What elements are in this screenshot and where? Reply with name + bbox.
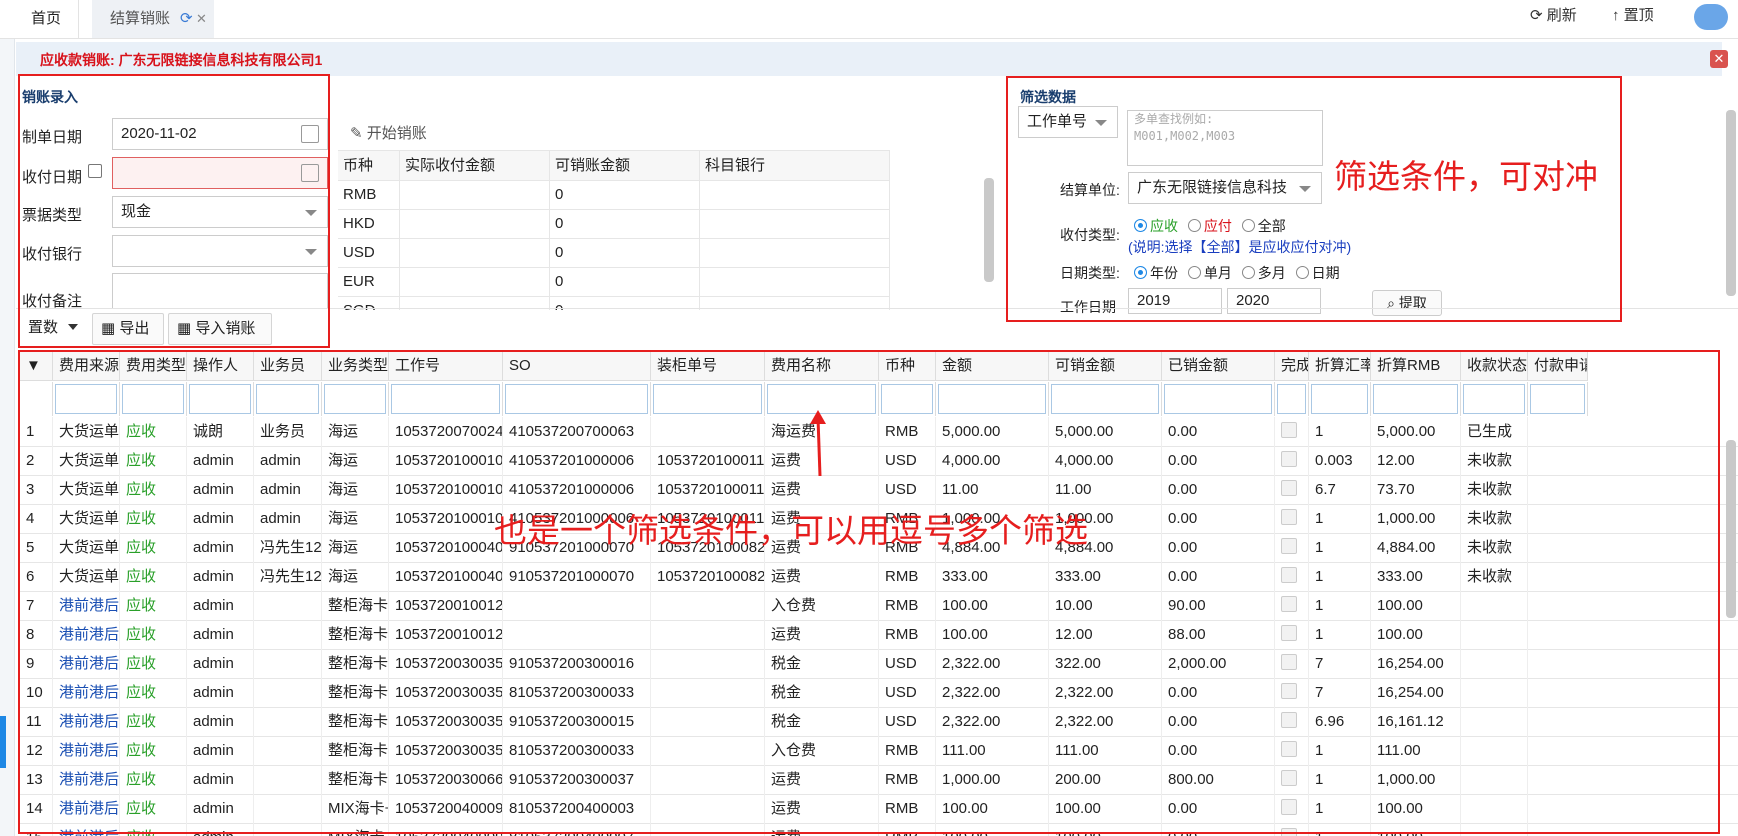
currency-cell: 0 <box>550 209 700 238</box>
currency-cell[interactable] <box>400 180 550 209</box>
tab-home[interactable]: 首页 <box>14 0 79 38</box>
currency-grid-header: 币种 实际收付金额 可销账金额 科目银行 <box>338 150 890 181</box>
currency-cell[interactable] <box>400 209 550 238</box>
annotation-box <box>1006 76 1622 322</box>
to-top-button[interactable]: ↑ 置顶 <box>1612 0 1654 34</box>
annotation-box <box>18 74 330 348</box>
currency-cell <box>700 267 890 296</box>
refresh-tab-icon[interactable]: ⟳ <box>180 0 193 38</box>
currency-cell: USD <box>338 238 400 267</box>
currency-cell: RMB <box>338 180 400 209</box>
column-header: 实际收付金额 <box>400 151 550 180</box>
page-header: 应收款销账: 广东无限链接信息科技有限公司1 ✕ <box>16 42 1728 76</box>
currency-row[interactable]: USD 0 <box>338 238 890 268</box>
refresh-button[interactable]: ⟳ 刷新 <box>1530 0 1577 34</box>
left-nav-strip <box>0 0 15 836</box>
tab-settlement[interactable]: 结算销账 ⟳ ✕ <box>92 0 214 38</box>
chat-bot-icon[interactable] <box>1694 4 1728 30</box>
annotation-arrow <box>810 410 826 477</box>
refresh-icon: ⟳ <box>1530 7 1543 24</box>
tab-bar: 首页 结算销账 ⟳ ✕ ⟳ 刷新 ↑ 置顶 <box>0 0 1738 39</box>
currency-row[interactable]: RMB 0 <box>338 180 890 210</box>
column-header: 币种 <box>338 151 400 180</box>
currency-cell: 0 <box>550 238 700 267</box>
currency-cell[interactable] <box>400 267 550 296</box>
annotation-box <box>18 350 1720 834</box>
currency-cell: HKD <box>338 209 400 238</box>
page-title: 应收款销账: 广东无限链接信息科技有限公司1 <box>40 52 323 68</box>
close-icon[interactable]: ✕ <box>1710 50 1728 68</box>
currency-cell <box>700 180 890 209</box>
currency-cell: EUR <box>338 267 400 296</box>
currency-cell[interactable] <box>400 238 550 267</box>
currency-cell: 0 <box>550 267 700 296</box>
currency-row[interactable]: EUR 0 <box>338 267 890 297</box>
scrollbar[interactable] <box>1726 440 1736 618</box>
currency-cell: 0 <box>550 180 700 209</box>
tab-settlement-label: 结算销账 <box>110 10 171 27</box>
start-settle-button[interactable]: ✎ 开始销账 <box>350 122 427 143</box>
currency-cell <box>700 238 890 267</box>
column-header: 可销账金额 <box>550 151 700 180</box>
scrollbar[interactable] <box>984 178 994 282</box>
arrow-up-icon: ↑ <box>1612 7 1620 24</box>
annotation-text: 也是一个筛选条件，可以用逗号多个筛选 <box>494 512 1088 549</box>
pencil-icon: ✎ <box>350 125 363 142</box>
currency-grid: 币种 实际收付金额 可销账金额 科目银行 RMB0HKD0USD0EUR0SGD… <box>338 150 890 310</box>
annotation-text: 筛选条件，可对冲 <box>1334 158 1598 195</box>
scrollbar[interactable] <box>1726 110 1736 296</box>
close-tab-icon[interactable]: ✕ <box>196 0 207 38</box>
column-header: 科目银行 <box>700 151 890 180</box>
currency-row[interactable]: HKD 0 <box>338 209 890 239</box>
left-nav-indicator <box>0 716 6 768</box>
currency-cell <box>700 209 890 238</box>
